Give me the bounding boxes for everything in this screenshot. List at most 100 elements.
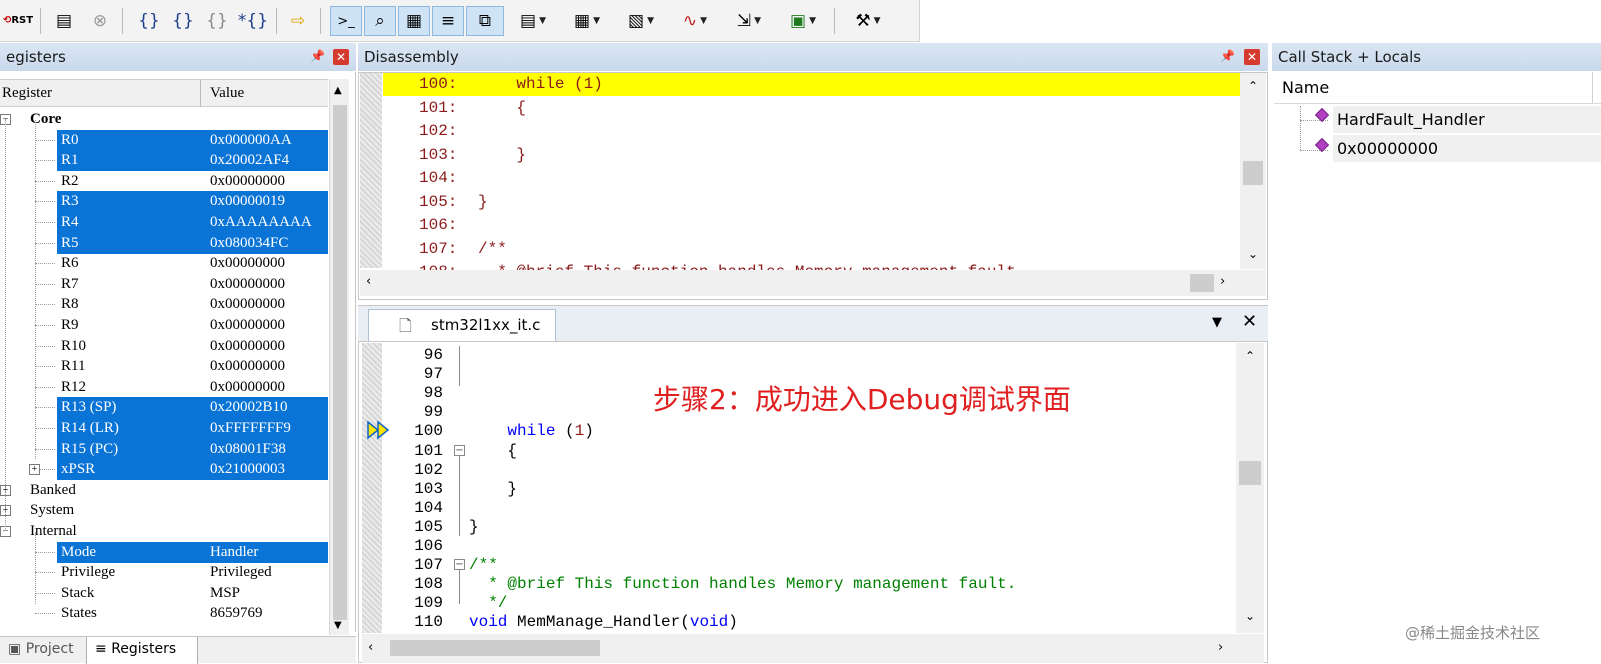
register-row[interactable]: R0 0x000000AA xyxy=(0,129,330,151)
editor-line[interactable]: 110 void MemManage_Handler(void) xyxy=(383,613,1233,632)
scroll-down-icon[interactable]: ▼ xyxy=(334,620,342,631)
scrollbar-thumb[interactable] xyxy=(1243,161,1263,185)
register-row[interactable]: R4 0xAAAAAAAA xyxy=(0,212,330,233)
run-icon[interactable]: ▤ xyxy=(50,6,78,36)
disassembly-line[interactable]: 102: xyxy=(383,120,1243,143)
disassembly-line[interactable]: 103: } xyxy=(383,144,1243,167)
register-value[interactable]: 0x00000000 xyxy=(210,317,285,334)
toolbox-icon[interactable]: ⚒ ▼ xyxy=(844,6,892,36)
register-value[interactable]: Privileged xyxy=(210,564,272,581)
editor-line[interactable]: 100 while (1) xyxy=(383,422,1233,441)
command-window-icon[interactable]: >_ xyxy=(330,6,362,36)
close-icon[interactable]: ✕ xyxy=(1244,49,1260,65)
call-stack-row[interactable]: HardFault_Handler xyxy=(1333,106,1601,133)
register-value[interactable]: 0xFFFFFFF9 xyxy=(210,420,291,437)
editor-line[interactable]: 101 { xyxy=(383,442,1233,461)
chevron-down-icon[interactable]: ⌄ xyxy=(1248,247,1258,261)
editor-line[interactable]: 109 */ xyxy=(383,594,1233,613)
register-value[interactable]: 0x21000003 xyxy=(210,461,285,478)
column-register[interactable]: Register xyxy=(2,85,52,102)
disassembly-current-line[interactable]: 100: while (1) xyxy=(383,73,1243,96)
scrollbar-thumb[interactable] xyxy=(333,105,347,620)
call-stack-window-icon[interactable]: ⧉ xyxy=(466,6,504,36)
editor-hscrollbar[interactable]: ‹ › xyxy=(362,634,1264,663)
column-divider[interactable] xyxy=(1592,72,1593,103)
register-row[interactable]: R3 0x00000019 xyxy=(0,191,330,213)
register-value[interactable]: Handler xyxy=(210,544,258,561)
close-icon[interactable]: ✕ xyxy=(333,49,349,65)
editor-line[interactable]: 106 xyxy=(383,537,1233,556)
call-stack-row[interactable]: 0x00000000 xyxy=(1333,135,1601,162)
register-row[interactable]: States 8659769 xyxy=(0,603,330,624)
register-row[interactable]: Mode Handler xyxy=(0,541,330,563)
tab-project[interactable]: ▣ Project xyxy=(0,637,84,664)
editor-line[interactable]: 102 xyxy=(383,461,1233,480)
scroll-up-icon[interactable]: ▲ xyxy=(334,85,342,96)
register-row[interactable]: + xPSR 0x21000003 xyxy=(0,459,330,481)
register-value[interactable]: 0x00000000 xyxy=(210,358,285,375)
pin-icon[interactable]: 📌 xyxy=(310,49,325,63)
register-row[interactable]: R11 0x00000000 xyxy=(0,356,330,377)
register-value[interactable]: 0x08001F38 xyxy=(210,441,286,458)
scrollbar-thumb[interactable] xyxy=(1239,461,1261,485)
register-value[interactable]: 0x00000000 xyxy=(210,276,285,293)
symbols-window-icon[interactable]: ▦ xyxy=(398,6,430,36)
chevron-right-icon[interactable]: › xyxy=(1218,640,1223,655)
stop-icon[interactable]: ⊗ xyxy=(86,6,114,36)
tab-list-dropdown-icon[interactable]: ▼ xyxy=(1212,315,1222,330)
serial-windows-icon[interactable]: ▧ ▼ xyxy=(618,6,664,36)
disassembly-hscrollbar[interactable]: ‹ › xyxy=(360,270,1266,296)
register-value[interactable]: 0x00000000 xyxy=(210,255,285,272)
chevron-down-icon[interactable]: ⌄ xyxy=(1245,609,1255,623)
register-row[interactable]: R7 0x00000000 xyxy=(0,274,330,295)
editor-vscrollbar[interactable]: ⌃ ⌄ xyxy=(1236,343,1264,633)
register-value[interactable]: 0xAAAAAAAA xyxy=(210,214,312,231)
editor-line[interactable]: 104 xyxy=(383,499,1233,518)
register-group-internal[interactable]: − Internal xyxy=(0,521,330,542)
disassembly-line[interactable]: 101: { xyxy=(383,97,1243,120)
editor-line[interactable]: 105} xyxy=(383,518,1233,537)
disassembly-window-icon[interactable]: ⌕ xyxy=(364,6,396,36)
system-viewer-icon[interactable]: ▣ ▼ xyxy=(780,6,826,36)
show-next-statement-icon[interactable]: ⇨ xyxy=(284,6,312,36)
column-divider[interactable] xyxy=(200,80,201,107)
trace-windows-icon[interactable]: ⇲ ▼ xyxy=(726,6,772,36)
disassembly-vscrollbar[interactable]: ⌃ ⌄ xyxy=(1240,73,1266,269)
chevron-up-icon[interactable]: ⌃ xyxy=(1248,79,1258,93)
register-row[interactable]: R2 0x00000000 xyxy=(0,171,330,192)
editor-line[interactable]: 103 } xyxy=(383,480,1233,499)
step-icon[interactable]: {} xyxy=(134,6,164,36)
analysis-windows-icon[interactable]: ∿ ▼ xyxy=(672,6,718,36)
register-row[interactable]: R5 0x080034FC xyxy=(0,232,330,254)
register-group-banked[interactable]: + Banked xyxy=(0,480,330,501)
chevron-up-icon[interactable]: ⌃ xyxy=(1245,349,1255,363)
editor-line[interactable]: 107 /** xyxy=(383,556,1233,575)
scrollbar-thumb[interactable] xyxy=(1190,274,1214,292)
run-to-cursor-icon[interactable]: *{} xyxy=(236,6,270,36)
registers-scrollbar[interactable]: ▲ ▼ xyxy=(329,79,349,635)
register-row[interactable]: R14 (LR) 0xFFFFFFF9 xyxy=(0,418,330,439)
register-value[interactable]: 0x00000000 xyxy=(210,173,285,190)
column-value[interactable]: Value xyxy=(210,85,244,102)
disassembly-gutter[interactable] xyxy=(360,73,382,268)
disassembly-line[interactable]: 106: xyxy=(383,214,1243,237)
register-value[interactable]: 8659769 xyxy=(210,605,263,622)
register-group-system[interactable]: + System xyxy=(0,500,330,521)
register-row[interactable]: Stack MSP xyxy=(0,583,330,604)
disassembly-line[interactable]: 105:} xyxy=(383,191,1243,214)
registers-window-icon[interactable]: ≡ xyxy=(432,6,464,36)
scrollbar-thumb[interactable] xyxy=(390,640,600,656)
tab-registers[interactable]: ≡ Registers xyxy=(86,637,198,664)
register-value[interactable]: 0x000000AA xyxy=(210,132,292,149)
expand-icon[interactable]: + xyxy=(29,464,40,476)
register-value[interactable]: 0x00000000 xyxy=(210,379,285,396)
register-row[interactable]: R10 0x00000000 xyxy=(0,336,330,357)
register-value[interactable]: 0x00000000 xyxy=(210,338,285,355)
register-row[interactable]: R8 0x00000000 xyxy=(0,294,330,315)
register-value[interactable]: 0x080034FC xyxy=(210,235,288,252)
register-row[interactable]: R12 0x00000000 xyxy=(0,377,330,398)
register-group-core[interactable]: − Core xyxy=(0,109,330,130)
register-value[interactable]: 0x00000019 xyxy=(210,193,285,210)
editor-line[interactable]: 96 xyxy=(383,346,1233,365)
disassembly-line[interactable]: 104: xyxy=(383,167,1243,190)
